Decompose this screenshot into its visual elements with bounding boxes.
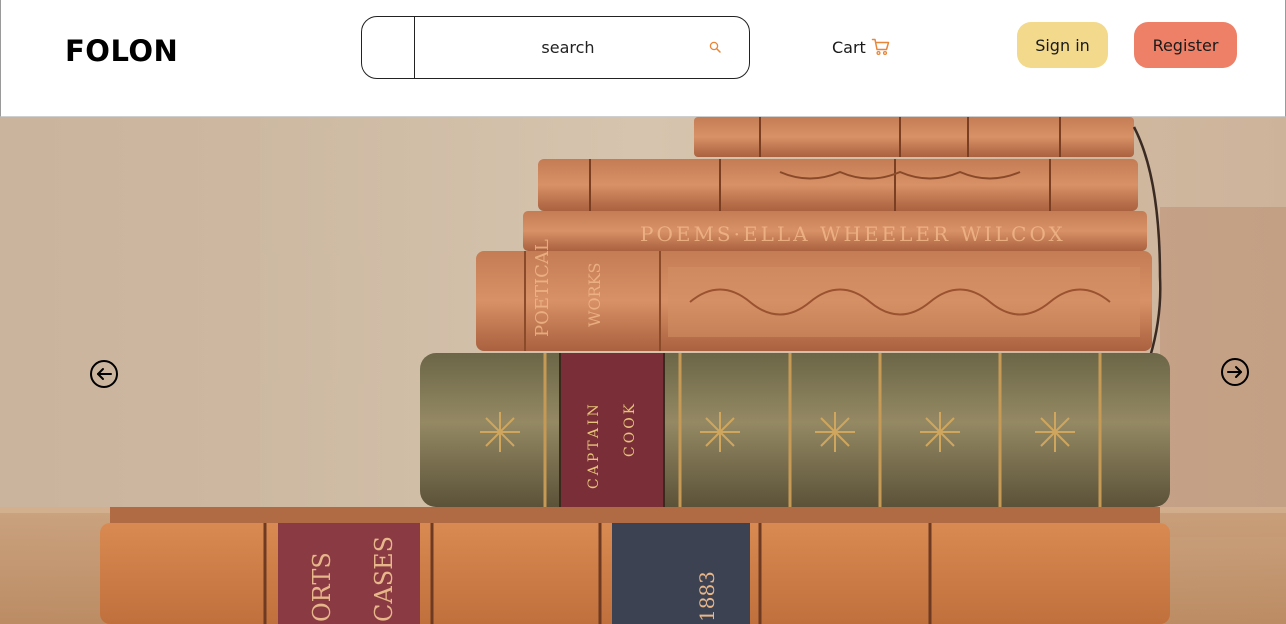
search-input[interactable] bbox=[418, 17, 718, 78]
svg-text:COOK: COOK bbox=[622, 401, 638, 457]
svg-text:CAPTAIN: CAPTAIN bbox=[586, 401, 602, 489]
svg-text:CASES: CASES bbox=[370, 536, 398, 622]
svg-text:1883: 1883 bbox=[695, 571, 719, 622]
next-slide-button[interactable] bbox=[1220, 357, 1250, 387]
cart-icon bbox=[871, 38, 890, 56]
svg-text:POETICAL: POETICAL bbox=[532, 239, 553, 337]
cart-label: Cart bbox=[832, 37, 866, 57]
hero-books-image: POEMS·ELLA WHEELER WILCOX POETICAL WORKS… bbox=[0, 117, 1286, 624]
sign-in-button[interactable]: Sign in bbox=[1017, 22, 1108, 68]
site-header: FOLON Cart Sign in Register bbox=[0, 0, 1286, 117]
page: FOLON Cart Sign in Register bbox=[0, 0, 1286, 624]
search-icon[interactable] bbox=[708, 40, 724, 56]
register-button[interactable]: Register bbox=[1134, 22, 1237, 68]
hero-carousel: POEMS·ELLA WHEELER WILCOX POETICAL WORKS… bbox=[0, 117, 1286, 624]
previous-slide-button[interactable] bbox=[89, 359, 119, 389]
svg-text:ORTS: ORTS bbox=[308, 552, 336, 622]
search-bar[interactable] bbox=[361, 16, 750, 79]
svg-text:WORKS: WORKS bbox=[585, 262, 604, 327]
search-divider bbox=[414, 17, 415, 78]
brand-logo[interactable]: FOLON bbox=[65, 34, 178, 68]
cart-link[interactable]: Cart bbox=[832, 34, 891, 60]
svg-text:POEMS·ELLA WHEELER WILCOX: POEMS·ELLA WHEELER WILCOX bbox=[640, 222, 1066, 246]
